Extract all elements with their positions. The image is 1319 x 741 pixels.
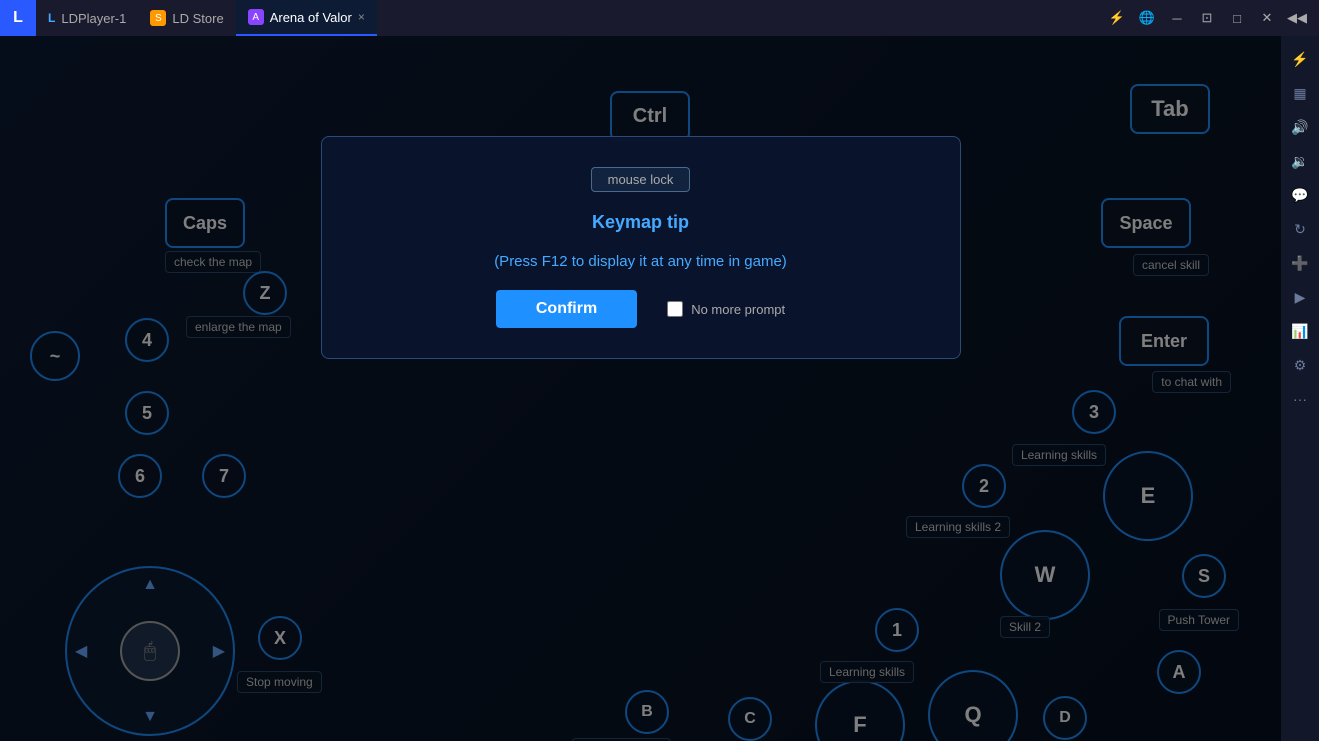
window-controls: ⚡ 🌐 ─ ⊡ □ ✕ ◀◀ [1103,4,1319,32]
no-prompt-checkbox[interactable] [667,301,683,317]
sidebar-icon-video[interactable]: ▶ [1285,282,1315,312]
globe-icon[interactable]: 🌐 [1133,4,1161,32]
sidebar-icon-lightning[interactable]: ⚡ [1285,44,1315,74]
no-prompt-check: No more prompt [667,301,785,317]
tab-arena-label: Arena of Valor [270,10,352,25]
modal-title: Keymap tip [592,212,689,233]
right-sidebar: ⚡ ▦ 🔊 🔉 💬 ↻ ➕ ▶ 📊 ⚙ ··· [1281,36,1319,741]
sidebar-icon-volume-up[interactable]: 🔊 [1285,112,1315,142]
ldplayer-icon: L [48,11,55,25]
sidebar-icon-more[interactable]: ··· [1285,384,1315,414]
app-logo: L [0,0,36,36]
lightning-icon[interactable]: ⚡ [1103,4,1131,32]
tab-ldstore-label: LD Store [172,11,223,26]
confirm-button[interactable]: Confirm [496,290,637,328]
ldstore-icon: S [150,10,166,26]
tab-arena[interactable]: A Arena of Valor × [236,0,377,36]
sidebar-icon-bar-chart[interactable]: 📊 [1285,316,1315,346]
no-prompt-label: No more prompt [691,302,785,317]
titlebar: L L LDPlayer-1 S LD Store A Arena of Val… [0,0,1319,36]
close-window-icon[interactable]: ✕ [1253,4,1281,32]
sidebar-icon-settings[interactable]: ⚙ [1285,350,1315,380]
modal-subtitle: (Press F12 to display it at any time in … [494,253,787,270]
tab-arena-close[interactable]: × [358,10,365,24]
sidebar-icon-rotate[interactable]: ↻ [1285,214,1315,244]
tab-ldplayer-label: LDPlayer-1 [61,11,126,26]
minimize-icon[interactable]: ─ [1163,4,1191,32]
arena-icon: A [248,9,264,25]
sidebar-icon-volume-down[interactable]: 🔉 [1285,146,1315,176]
sidebar-icon-grid[interactable]: ▦ [1285,78,1315,108]
sidebar-icon-add[interactable]: ➕ [1285,248,1315,278]
modal-actions: Confirm No more prompt [496,290,785,328]
tab-ldplayer[interactable]: L LDPlayer-1 [36,0,138,36]
tab-ldstore[interactable]: S LD Store [138,0,235,36]
resize-icon[interactable]: ⊡ [1193,4,1221,32]
maximize-icon[interactable]: □ [1223,4,1251,32]
mouse-lock-label: mouse lock [591,167,691,192]
sidebar-icon-chat[interactable]: 💬 [1285,180,1315,210]
back-icon[interactable]: ◀◀ [1283,4,1311,32]
keymap-tip-modal: mouse lock Keymap tip (Press F12 to disp… [321,136,961,359]
modal-overlay: mouse lock Keymap tip (Press F12 to disp… [0,36,1281,741]
